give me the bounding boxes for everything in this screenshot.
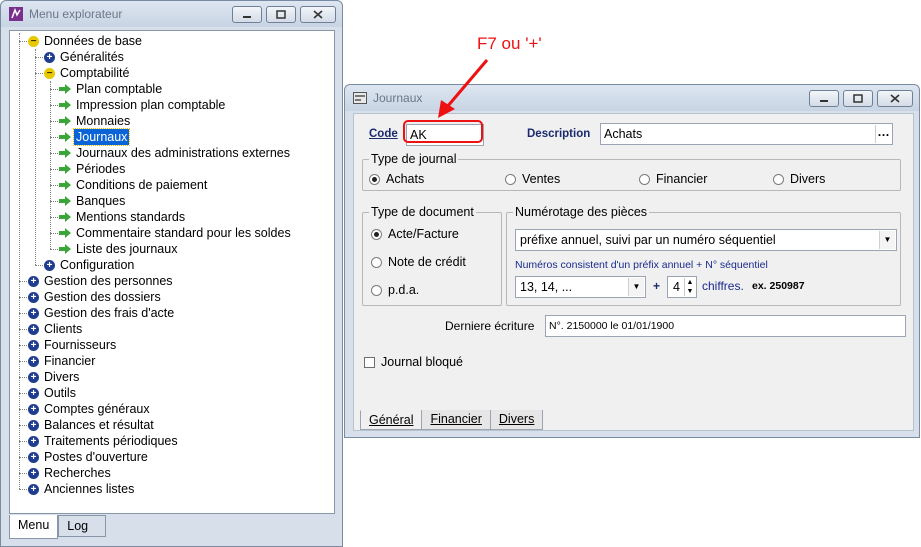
annotation-overlay bbox=[403, 59, 489, 143]
annotation-text: F7 ou '+' bbox=[477, 34, 542, 53]
annotation-arrow-line bbox=[445, 59, 489, 108]
annotation-highlight-box bbox=[403, 120, 483, 143]
